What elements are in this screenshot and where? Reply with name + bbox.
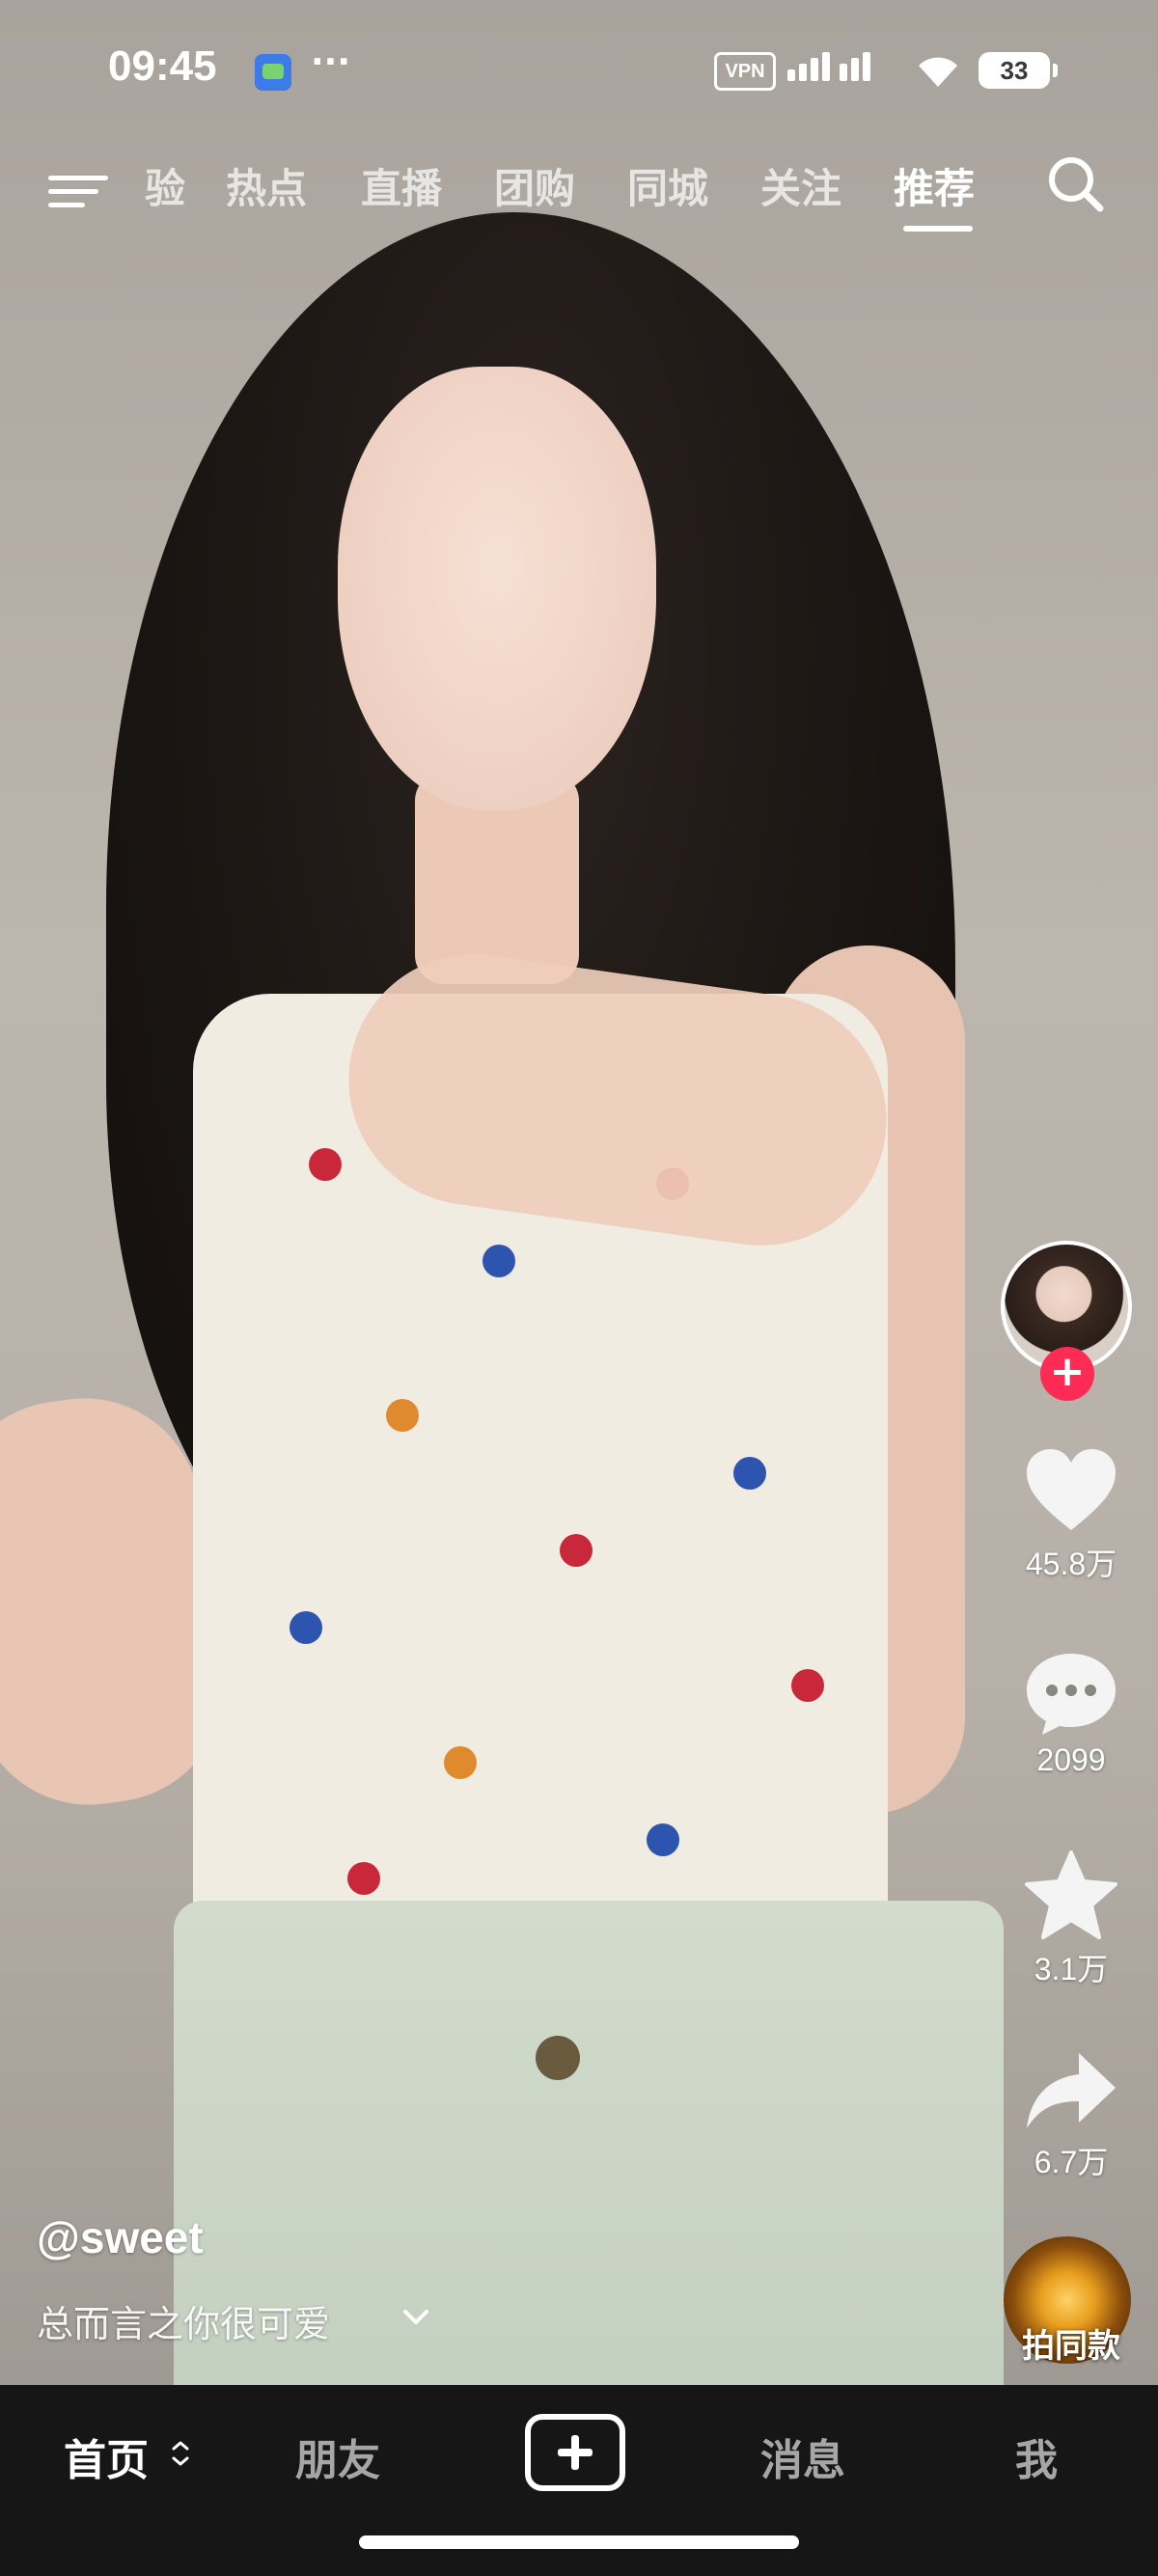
- star-icon: [1025, 1850, 1117, 1939]
- bottom-nav: 首页 朋友 消息 我: [0, 2385, 1158, 2576]
- comment-count: 2099: [1036, 1742, 1106, 1777]
- comment-icon: [1027, 1654, 1116, 1735]
- nav-home[interactable]: 首页: [64, 2425, 149, 2487]
- create-button[interactable]: [525, 2414, 625, 2491]
- favorite-button[interactable]: 3.1万: [994, 1850, 1148, 1989]
- wifi-icon: [919, 57, 957, 87]
- search-icon[interactable]: [1042, 151, 1110, 218]
- chevron-down-icon[interactable]: [400, 2306, 432, 2329]
- home-indicator[interactable]: [359, 2535, 799, 2549]
- share-icon: [1027, 2053, 1116, 2128]
- status-bar: 09:45 ··· VPN 33: [0, 39, 1158, 106]
- nav-friends[interactable]: 朋友: [295, 2425, 380, 2487]
- vpn-icon: VPN: [714, 52, 776, 91]
- comment-button[interactable]: 2099: [994, 1650, 1148, 1778]
- heart-icon: [1027, 1449, 1116, 1530]
- menu-icon[interactable]: [48, 162, 108, 212]
- video-caption[interactable]: 总而言之你很可爱: [37, 2294, 330, 2347]
- like-button[interactable]: 45.8万: [994, 1447, 1148, 1584]
- video-player[interactable]: [0, 0, 1158, 2385]
- share-count: 6.7万: [1034, 2145, 1109, 2179]
- share-button[interactable]: 6.7万: [994, 2049, 1148, 2182]
- active-tab-indicator: [903, 226, 973, 232]
- nav-messages[interactable]: 消息: [760, 2425, 845, 2487]
- signal-icon: [787, 52, 874, 81]
- tab-recommended[interactable]: 推荐: [894, 156, 975, 215]
- clock: 09:45: [108, 42, 217, 90]
- tab-following[interactable]: 关注: [760, 156, 841, 215]
- follow-button[interactable]: +: [1040, 1347, 1094, 1401]
- more-notifications-icon: ···: [311, 42, 351, 82]
- tab-local[interactable]: 同城: [627, 156, 708, 215]
- plus-icon: [558, 2449, 593, 2456]
- top-nav: 验 热点 直播 团购 同城 关注 推荐: [0, 145, 1158, 251]
- author-name[interactable]: @sweet: [37, 2211, 204, 2263]
- tab-live[interactable]: 直播: [361, 156, 442, 215]
- tab-hot[interactable]: 热点: [226, 156, 307, 215]
- video-frame-face: [338, 367, 656, 810]
- app-notification-icon: [255, 54, 291, 91]
- like-count: 45.8万: [1025, 1547, 1117, 1581]
- nav-me[interactable]: 我: [1015, 2425, 1058, 2487]
- same-style-label[interactable]: 拍同款: [994, 2319, 1148, 2367]
- favorite-count: 3.1万: [1034, 1952, 1109, 1987]
- switch-icon[interactable]: [170, 2439, 191, 2468]
- tab-group-buy[interactable]: 团购: [494, 156, 575, 215]
- video-frame-jeans-button: [536, 2036, 580, 2080]
- tab-partial[interactable]: 验: [145, 156, 185, 215]
- battery-icon: 33: [979, 52, 1058, 89]
